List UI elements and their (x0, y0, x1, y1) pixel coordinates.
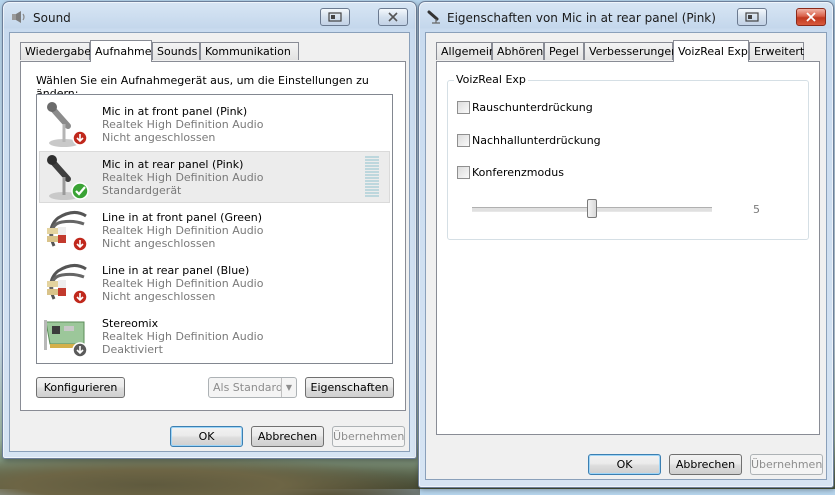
tab-pegel[interactable]: Pegel (544, 42, 584, 60)
ok-button-label: OK (616, 458, 633, 471)
device-name: Stereomix (102, 317, 159, 330)
tab-allgemein[interactable]: Allgemein (436, 42, 496, 60)
close-icon (388, 12, 398, 22)
noise-suppression-checkbox[interactable] (457, 101, 470, 114)
device-name: Line in at rear panel (Blue) (102, 264, 250, 277)
set-default-dropdown[interactable]: Als Standard ▼ (208, 377, 297, 398)
tab-abhoeren[interactable]: Abhören (492, 42, 544, 60)
device-name: Mic in at rear panel (Pink) (102, 158, 244, 171)
device-name: Mic in at front panel (Pink) (102, 105, 248, 118)
sound-client-area: Wiedergabe Aufnahme Sounds Kommunikation… (9, 32, 410, 452)
level-meter (365, 156, 379, 198)
apply-button-label: Übernehmen (333, 430, 405, 443)
voizreal-panel: VoizReal Exp Rauschunterdrückung Nachhal… (436, 61, 820, 435)
tab-erweitert[interactable]: Erweitert (749, 42, 804, 60)
cancel-button-label: Abbrechen (675, 458, 736, 471)
device-driver: Realtek High Definition Audio (102, 171, 264, 184)
microphone-icon (47, 155, 89, 200)
help-icon (745, 12, 759, 22)
rca-cable-icon (47, 211, 88, 252)
groupbox-title: VoizReal Exp (454, 73, 528, 86)
cancel-button[interactable]: Abbrechen (251, 426, 324, 447)
configure-button[interactable]: Konfigurieren (36, 377, 125, 398)
tab-wiedergabe[interactable]: Wiedergabe (20, 42, 91, 60)
conference-mode-label: Konferenzmodus (472, 166, 564, 179)
conference-mode-checkbox[interactable] (457, 166, 470, 179)
help-button[interactable] (737, 8, 767, 26)
tab-strip: Allgemein Abhören Pegel Verbesserungen V… (436, 40, 816, 62)
properties-button-label: Eigenschaften (310, 381, 389, 394)
properties-button[interactable]: Eigenschaften (305, 377, 394, 398)
noise-suppression-label: Rauschunterdrückung (472, 101, 593, 114)
set-default-label: Als Standard (213, 381, 283, 394)
configure-button-label: Konfigurieren (43, 381, 118, 394)
device-status: Deaktiviert (102, 343, 163, 356)
device-status: Nicht angeschlossen (102, 237, 216, 250)
title-bar[interactable]: Sound (3, 2, 416, 32)
sound-window: Sound Wiedergabe Aufnahme Sounds Kommuni… (2, 1, 417, 459)
window-title: Sound (33, 11, 71, 25)
desktop-background (0, 455, 420, 495)
device-driver: Realtek High Definition Audio (102, 224, 264, 237)
aufnahme-panel: Wählen Sie ein Aufnahmegerät aus, um die… (20, 61, 406, 411)
device-driver: Realtek High Definition Audio (102, 330, 264, 343)
slider-thumb[interactable] (587, 199, 597, 218)
list-item-line-front[interactable]: Line in at front panel (Green) Realtek H… (39, 204, 390, 256)
close-button[interactable] (796, 8, 826, 26)
list-item-mic-rear[interactable]: Mic in at rear panel (Pink) Realtek High… (39, 151, 390, 203)
device-status: Standardgerät (102, 184, 182, 197)
device-name: Line in at front panel (Green) (102, 211, 263, 224)
title-bar[interactable]: Eigenschaften von Mic in at rear panel (… (419, 2, 833, 32)
device-driver: Realtek High Definition Audio (102, 118, 264, 131)
speaker-icon (12, 11, 25, 23)
default-checkmark-icon (71, 182, 89, 200)
ok-button[interactable]: OK (588, 454, 661, 475)
window-title: Eigenschaften von Mic in at rear panel (… (447, 11, 716, 25)
device-status: Nicht angeschlossen (102, 290, 216, 303)
recording-device-list[interactable]: Mic in at front panel (Pink) Realtek Hig… (36, 94, 393, 364)
slider-value: 5 (753, 203, 760, 216)
chevron-down-icon: ▼ (281, 378, 296, 397)
reverb-suppression-checkbox[interactable] (457, 134, 470, 147)
tab-strip: Wiedergabe Aufnahme Sounds Kommunikation (20, 40, 400, 62)
sound-card-icon (44, 320, 88, 358)
apply-button-label: Übernehmen (751, 458, 823, 471)
tab-aufnahme[interactable]: Aufnahme (90, 40, 152, 62)
tab-voizreal-exp[interactable]: VoizReal Exp (673, 40, 749, 62)
ok-button-label: OK (198, 430, 215, 443)
ok-button[interactable]: OK (170, 426, 243, 447)
list-item-mic-front[interactable]: Mic in at front panel (Pink) Realtek Hig… (39, 98, 390, 150)
close-button[interactable] (378, 8, 408, 26)
voizreal-groupbox: VoizReal Exp Rauschunterdrückung Nachhal… (447, 73, 809, 240)
cancel-button[interactable]: Abbrechen (669, 454, 742, 475)
help-button[interactable] (320, 8, 350, 26)
properties-window: Eigenschaften von Mic in at rear panel (… (418, 1, 834, 488)
apply-button[interactable]: Übernehmen (750, 454, 823, 475)
tab-verbesserungen[interactable]: Verbesserungen (584, 42, 678, 60)
tab-sounds[interactable]: Sounds (152, 42, 200, 60)
microphone-icon (427, 10, 440, 24)
properties-client-area: Allgemein Abhören Pegel Verbesserungen V… (425, 32, 827, 480)
close-icon (806, 12, 816, 22)
apply-button[interactable]: Übernehmen (332, 426, 405, 447)
cancel-button-label: Abbrechen (257, 430, 318, 443)
device-status: Nicht angeschlossen (102, 131, 216, 144)
rca-cable-icon (47, 264, 88, 305)
help-icon (328, 12, 342, 22)
device-driver: Realtek High Definition Audio (102, 277, 264, 290)
list-item-line-rear[interactable]: Line in at rear panel (Blue) Realtek Hig… (39, 257, 390, 309)
microphone-icon (47, 102, 88, 147)
reverb-suppression-label: Nachhallunterdrückung (472, 134, 601, 147)
tab-kommunikation[interactable]: Kommunikation (200, 42, 299, 60)
list-item-stereomix[interactable]: Stereomix Realtek High Definition Audio … (39, 310, 390, 362)
